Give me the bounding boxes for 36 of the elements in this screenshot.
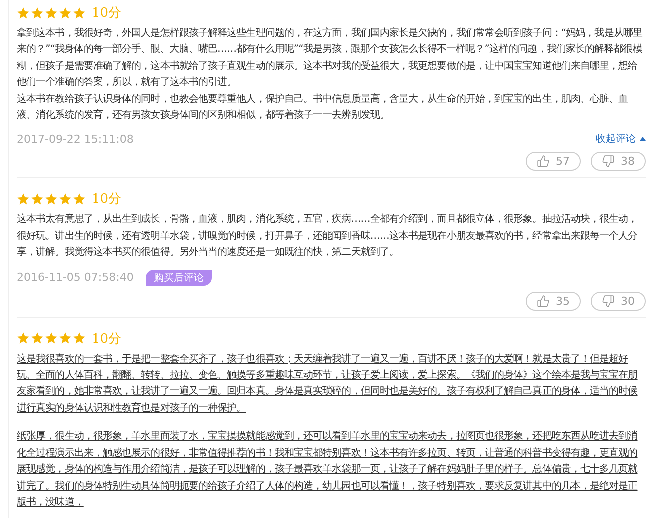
caret-up-icon [640, 137, 646, 142]
review-score: 10分 [92, 330, 122, 348]
review-text: 这是我很喜欢的一套书，于是把一整套全买齐了，孩子也很喜欢；天天缠着我讲了一遍又一遍，百讲不厌！孩子的大爱啊！就是太贵了！但是超好玩、全面的人体百科，翻翻、转转、拉拉、变色、触摸等多重趣味互动环节，让孩子爱上阅读，爱上探索。《我们的身体》这个绘本是我与宝宝在朋友家看到的，她非常喜欢，让我讲了一遍又一遍。回归本真。身体是真实琐碎的，但同时也是美好的。孩子有权利了解自己真正的身体，适当的时候进行真实的身体认识和性教育也是对孩子的一种保护。 [17, 352, 639, 416]
thumbs-up-icon [537, 294, 550, 308]
review-text: 这本书太有意思了，从出生到成长，骨骼，血液，肌肉，消化系统，五官，疾病……全都有介绍到，而且都很立体，很形象。抽拉活动块，很生动，很好玩。讲出生的时候，还有透明羊水袋，讲嗅觉的时候，打开鼻子，还能闻到香味……这本书是现在小朋友最喜欢的书，经常拿出来跟每一个人分享，讲解。我觉得这本书买的很值得。另外当当的速度还是一如既往的快，第二天就到了。 [17, 212, 639, 260]
like-button[interactable]: 57 [526, 152, 581, 172]
star-icon [31, 192, 44, 206]
thumbs-down-icon [602, 155, 615, 168]
star-icon [31, 332, 44, 346]
star-icon [45, 6, 58, 20]
review-date: 2017-09-22 15:11:08 [17, 132, 134, 146]
star-icon [17, 332, 30, 346]
star-icon [31, 6, 44, 20]
like-button[interactable]: 35 [526, 292, 581, 311]
star-icon [17, 6, 30, 20]
review-score: 10分 [92, 191, 122, 208]
review-text: 纸张厚，很生动，很形象，羊水里面装了水，宝宝摸摸就能感觉到，还可以看到羊水里的宝宝动来动去，拉图页也很形象，还把吃东西从吃进去到消化全过程演示出来，触感也展示的很好，非常值得推荐的书！我和宝宝都特别喜欢！这本书有许多拉页、转页，让普通的科普书变得有趣，更直观的展现感觉，身体的构造与作用介绍简洁，是孩子可以理解的，孩子最喜欢羊水袋那一页，让孩子了解在妈妈肚子里的样子。总体偏贵，七十多几页就讲完了。我们的身体特别生动具体简明扼要的给孩子介绍了人体的构造，幼儿园也可以看懂！，孩子特别喜欢，要求反复讲其中的几本，是绝对是正版书，没味道， [17, 430, 639, 510]
thumbs-down-icon [602, 294, 615, 308]
star-icon [73, 192, 86, 206]
star-icon [45, 192, 58, 206]
review-text: 这本书在教给孩子认识身体的同时，也教会他要尊重他人，保护自己。书中信息质量高，含量大，从生命的开始，到宝宝的出生，肌肉、心脏、血液、消化系统的发育，还有男孩女孩身体间的区别和相似，都等着孩子一一去辨别发现。 [17, 92, 630, 124]
thumbs-up-icon [537, 155, 550, 168]
purchase-tag: 购买后评论 [146, 270, 212, 286]
star-icon [17, 192, 30, 206]
star-icon [73, 332, 86, 346]
dislike-button[interactable]: 38 [591, 152, 646, 172]
star-icon [59, 332, 72, 346]
star-icon [45, 332, 58, 346]
review-date: 2016-11-05 07:58:40 [17, 271, 134, 284]
star-icon [73, 6, 86, 20]
star-icon [59, 192, 72, 206]
review-score: 10分 [92, 5, 122, 22]
review-text: 拿到这本书，我很好奇，外国人是怎样跟孩子解释这些生理问题的，在这方面，我们国内家长是欠缺的，我们常常会听到孩子问：“妈妈，我是从哪里来的？”“我身体的每一部分手、眼、大脑、嘴巴……都有什么用呢”“我是男孩，跟那个女孩怎么长得不一样呢？”这样的问题，我们家长的解释都很模糊，但孩子是需要准确了解的，这本书就给了孩子直观生动的展示。这本书对我的受益很大，我更想要做的是，让中国宝宝知道他们来自哪里，想给他们一个准确的答案，所以，就有了这本书的引进。 [17, 26, 644, 90]
star-icon [59, 6, 72, 20]
dislike-button[interactable]: 30 [591, 292, 646, 311]
collapse-link[interactable]: 收起评论 [596, 132, 646, 146]
